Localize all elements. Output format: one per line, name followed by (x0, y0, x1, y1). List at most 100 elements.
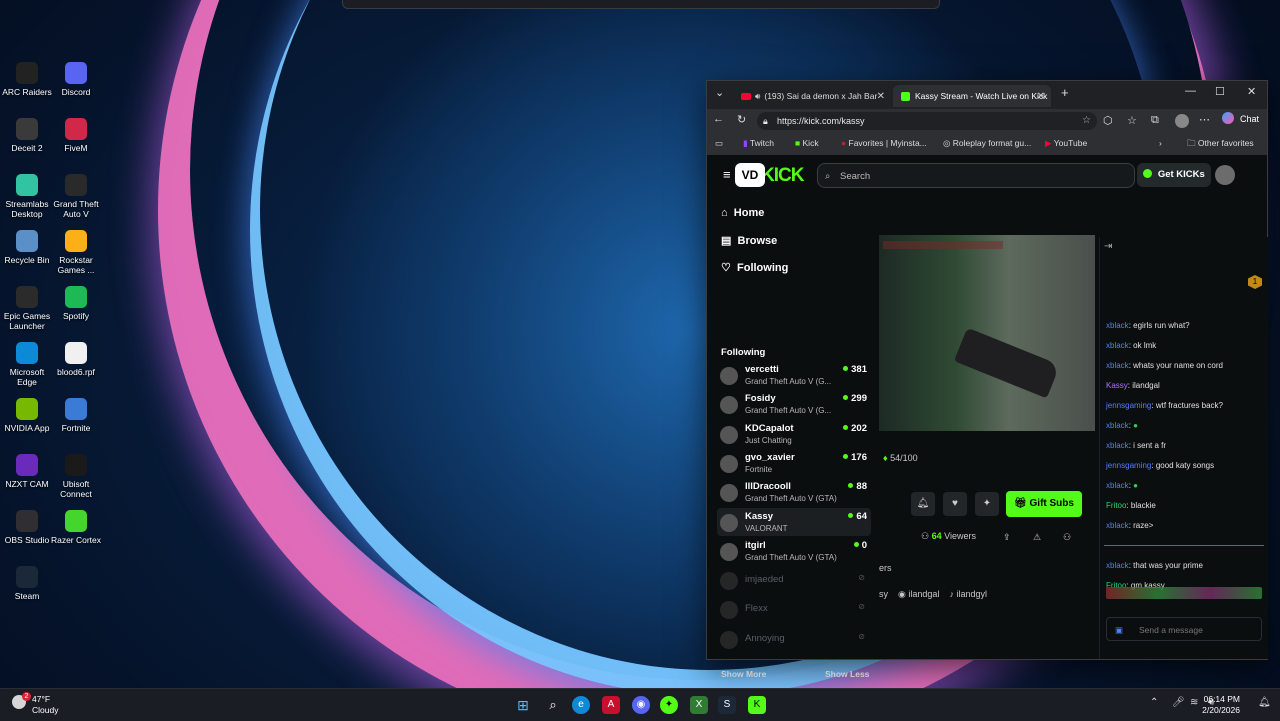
report-icon[interactable]: ⚠ (1033, 532, 1041, 543)
chat-username[interactable]: xblack (1106, 481, 1129, 490)
start-windows-icon[interactable]: ⊞ (514, 696, 532, 714)
lock-icon[interactable]: 🔒︎ (763, 112, 768, 130)
more-menu-icon[interactable]: ⋯ (1199, 113, 1210, 126)
chat-message[interactable]: Kassy: ilandgal (1106, 381, 1160, 390)
followed-channel[interactable]: Flexx ⊘ (717, 595, 871, 623)
weather-widget[interactable]: 47°F Cloudy (32, 694, 58, 716)
other-favorites[interactable]: 🗀︎ Other favorites (1187, 138, 1254, 152)
desktop-icon[interactable]: Steam (0, 566, 54, 601)
desktop-icon[interactable]: Rockstar Games ... (49, 230, 103, 275)
followed-channel[interactable]: KDCapalot Just Chatting 202 (717, 420, 871, 448)
emote-picker-icon[interactable]: ▣ (1115, 618, 1123, 642)
followed-channel[interactable]: IllDracooll Grand Theft Auto V (GTA) 88 (717, 478, 871, 506)
kick-icon[interactable]: K (748, 696, 766, 714)
address-bar[interactable]: 🔒︎ https://kick.com/kassy ☆ (757, 112, 1097, 130)
tab-kick[interactable]: Kassy Stream - Watch Live on Kick ✕ (893, 85, 1051, 107)
gift-subs-button[interactable]: 🎁︎ Gift Subs (1006, 491, 1082, 517)
chat-username[interactable]: xblack (1106, 341, 1129, 350)
copilot-chat-button[interactable]: Chat (1222, 112, 1259, 124)
followed-channel[interactable]: Fosidy Grand Theft Auto V (G... 299 (717, 390, 871, 418)
search-input[interactable]: ⌕ Search (817, 163, 1135, 188)
kick-logo[interactable]: KICK (761, 165, 804, 187)
refresh-icon[interactable]: ↻ (737, 113, 746, 126)
desktop-icon[interactable]: Fortnite (49, 398, 103, 433)
speaker-icon[interactable]: 🔊︎ (755, 91, 760, 102)
chat-username[interactable]: xblack (1106, 521, 1129, 530)
chat-message[interactable]: xblack: egirls run what? (1106, 321, 1190, 330)
hamburger-menu-icon[interactable]: ≡ (723, 167, 731, 182)
notification-bell-icon[interactable]: 🔔︎ (1258, 697, 1271, 708)
get-kicks-button[interactable]: Get KICKs (1137, 163, 1211, 187)
star-icon[interactable]: ☆ (1082, 112, 1091, 130)
chat-message[interactable]: xblack: that was your prime (1106, 561, 1203, 570)
desktop-icon[interactable]: Deceit 2 (0, 118, 54, 153)
desktop-icon[interactable]: Discord (49, 62, 103, 97)
excel-icon[interactable]: X (690, 696, 708, 714)
desktop-icon[interactable]: Spotify (49, 286, 103, 321)
bookmark-myinsta[interactable]: ● Favorites | Myinsta... (841, 138, 927, 148)
bookmark-twitch[interactable]: ▮ Twitch (743, 138, 774, 149)
chat-message[interactable]: jennsgaming: wtf fractures back? (1106, 401, 1223, 410)
bookmarks-toggle-icon[interactable]: ▭ (715, 138, 723, 149)
search-icon[interactable]: ⌕ (544, 696, 562, 714)
desktop-icon[interactable]: Streamlabs Desktop (0, 174, 54, 219)
nav-following[interactable]: ♡ Following (721, 261, 788, 274)
more-user-icon[interactable]: ⚇ (1063, 532, 1071, 543)
nav-home[interactable]: ⌂ Home (721, 207, 764, 219)
back-arrow-icon[interactable]: ← (713, 113, 724, 125)
app-a-icon[interactable]: A (602, 696, 620, 714)
social-link[interactable]: ilandgal (908, 589, 939, 599)
desktop-icon[interactable]: NZXT CAM (0, 454, 54, 489)
desktop-icon[interactable]: Grand Theft Auto V (49, 174, 103, 219)
chat-username[interactable]: xblack (1106, 361, 1129, 370)
chat-username[interactable]: jennsgaming (1106, 461, 1151, 470)
desktop-icon[interactable]: FiveM (49, 118, 103, 153)
discord-icon[interactable]: ◉ (632, 696, 650, 714)
share-icon[interactable]: ⇪ (1003, 532, 1011, 543)
clip-button[interactable]: ✦ (975, 492, 999, 516)
profile-avatar[interactable] (1175, 114, 1189, 128)
chat-message[interactable]: xblack: ● (1106, 421, 1138, 430)
chat-message[interactable]: xblack: i sent a fr (1106, 441, 1166, 450)
close-tab-icon[interactable]: ✕ (877, 91, 885, 102)
clock[interactable]: 06:14 PM 2/20/2026 (1202, 694, 1240, 716)
social-link[interactable]: ilandgyl (956, 589, 987, 599)
minimize-button[interactable]: — (1185, 85, 1196, 97)
chat-input[interactable]: ▣ Send a message (1106, 617, 1262, 641)
emote-row[interactable] (1106, 587, 1262, 599)
bookmark-kick[interactable]: ■ Kick (795, 138, 819, 148)
chat-username[interactable]: xblack (1106, 441, 1129, 450)
follow-heart-button[interactable]: ♥ (943, 492, 967, 516)
desktop-icon[interactable]: OBS Studio (0, 510, 54, 545)
microphone-icon[interactable]: 🎤︎ (1172, 697, 1185, 708)
followed-channel[interactable]: vercetti Grand Theft Auto V (G... 381 (717, 361, 871, 389)
edge-icon[interactable]: e (572, 696, 590, 714)
extensions-icon[interactable]: ⬡ (1103, 114, 1113, 127)
nav-browse[interactable]: ▤ Browse (721, 234, 777, 247)
desktop-icon[interactable]: NVIDIA App (0, 398, 54, 433)
social-link[interactable]: sy (879, 589, 888, 599)
followed-channel[interactable]: itgirl Grand Theft Auto V (GTA) 0 (717, 537, 871, 565)
close-tab-icon[interactable]: ✕ (1037, 91, 1045, 102)
maximize-button[interactable]: ☐ (1215, 85, 1225, 98)
desktop-icon[interactable]: Epic Games Launcher (0, 286, 54, 331)
show-less-button[interactable]: Show Less (825, 669, 869, 679)
user-avatar[interactable] (1215, 165, 1235, 185)
chat-username[interactable]: jennsgaming (1106, 401, 1151, 410)
desktop-icon[interactable]: Microsoft Edge (0, 342, 54, 387)
chat-message[interactable]: xblack: whats your name on cord (1106, 361, 1223, 370)
bookmark-roleplay[interactable]: ◎ Roleplay format gu... (943, 138, 1031, 149)
chat-username[interactable]: Kassy (1106, 381, 1128, 390)
bookmarks-overflow-icon[interactable]: › (1159, 138, 1162, 148)
chat-message[interactable]: Fritoo: blackie (1106, 501, 1156, 510)
chat-username[interactable]: xblack (1106, 561, 1129, 570)
close-window-button[interactable]: ✕ (1247, 85, 1256, 98)
desktop-icon[interactable]: Recycle Bin (0, 230, 54, 265)
followed-channel[interactable]: gvo_xavier Fortnite 176 (717, 449, 871, 477)
followed-channel[interactable]: Kassy VALORANT 64 (717, 507, 871, 536)
tray-chevron-icon[interactable]: ⌃ (1150, 697, 1158, 708)
chat-message[interactable]: xblack: ● (1106, 481, 1138, 490)
new-tab-button[interactable]: + (1061, 85, 1069, 100)
desktop-icon[interactable]: Ubisoft Connect (49, 454, 103, 499)
desktop-icon[interactable]: blood6.rpf (49, 342, 103, 377)
